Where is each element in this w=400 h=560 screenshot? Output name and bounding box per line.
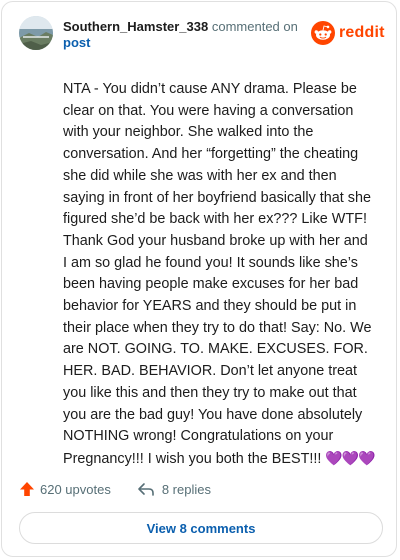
comment-actions: 620 upvotes 8 replies xyxy=(19,480,211,498)
username-link[interactable]: Southern_Hamster_338 xyxy=(63,19,208,34)
comment-header: Southern_Hamster_338 commented on post xyxy=(63,19,303,51)
view-comments-button[interactable]: View 8 comments xyxy=(19,512,383,544)
replies-button[interactable]: 8 replies xyxy=(137,481,211,497)
reddit-wordmark: reddit xyxy=(339,24,385,41)
comment-card: Southern_Hamster_338 commented on post r… xyxy=(1,1,397,557)
reply-arrow-icon xyxy=(138,483,154,496)
upvote-arrow-icon xyxy=(20,482,34,496)
comment-text: NTA - You didn’t cause ANY drama. Please… xyxy=(63,81,372,467)
reply-count: 8 replies xyxy=(161,481,211,497)
post-link[interactable]: post xyxy=(63,35,90,50)
reddit-brand[interactable]: reddit xyxy=(311,21,385,45)
purple-hearts-emoji: 💜💜💜 xyxy=(325,449,375,466)
commented-on-text: commented on xyxy=(211,19,298,34)
upvote-count: 620 upvotes xyxy=(40,481,111,497)
avatar-image xyxy=(19,16,53,50)
upvote-button[interactable]: 620 upvotes xyxy=(19,481,111,497)
avatar[interactable] xyxy=(19,16,53,50)
comment-body: NTA - You didn’t cause ANY drama. Please… xyxy=(63,79,376,471)
reddit-snoo-icon xyxy=(311,21,335,45)
view-comments-label: View 8 comments xyxy=(146,520,256,536)
